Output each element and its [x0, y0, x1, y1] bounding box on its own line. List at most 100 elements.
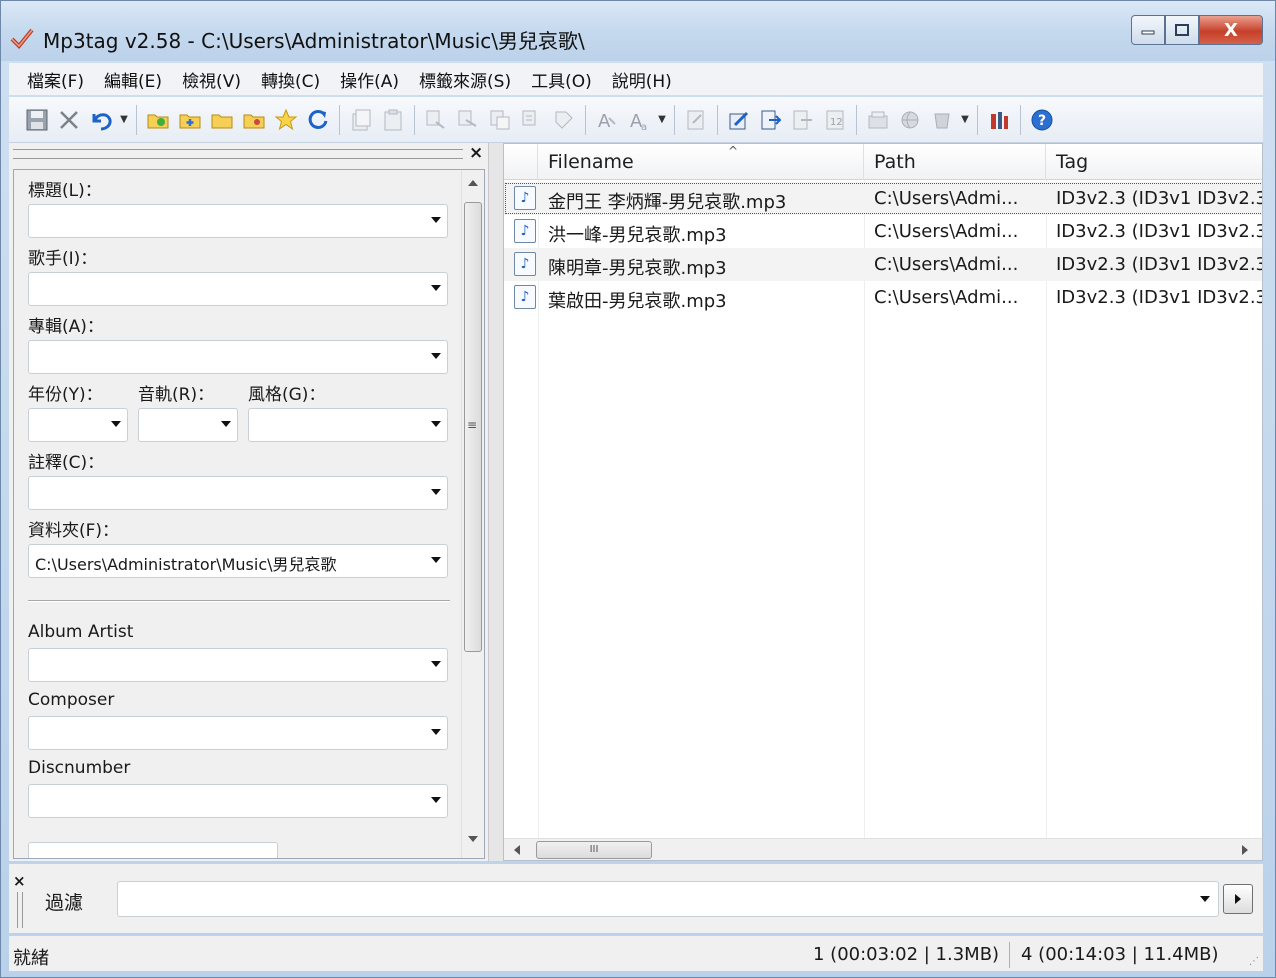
menu-convert[interactable]: 轉換(C) [251, 67, 330, 92]
extended-tags-button[interactable] [680, 104, 712, 136]
undo-button[interactable] [85, 104, 117, 136]
toolbar-separator [339, 104, 340, 135]
directory-field[interactable]: C:\Users\Administrator\Music\男兒哀歌 [28, 544, 448, 578]
artist-field[interactable] [28, 272, 448, 306]
close-button[interactable]: X [1199, 15, 1263, 45]
mp3-file-icon: ♪ [514, 186, 536, 210]
scrollbar-thumb[interactable]: III [536, 841, 652, 859]
actions-quick-button[interactable]: Aa [623, 104, 655, 136]
comment-field[interactable] [28, 476, 448, 510]
playlist-export-button[interactable] [787, 104, 819, 136]
filename-to-filename-button[interactable] [484, 104, 516, 136]
add-directory-button[interactable] [174, 104, 206, 136]
menu-help[interactable]: 說明(H) [602, 67, 682, 92]
filter-grip[interactable] [17, 892, 23, 928]
directory-value: C:\Users\Administrator\Music\男兒哀歌 [35, 555, 337, 574]
change-directory-button[interactable] [142, 104, 174, 136]
export-button[interactable] [755, 104, 787, 136]
tag-source-dropdown-arrow[interactable]: ▼ [958, 104, 972, 136]
filter-input[interactable] [117, 881, 1219, 917]
paste-tag-button[interactable] [377, 104, 409, 136]
actions-dropdown-arrow[interactable]: ▼ [655, 104, 669, 136]
help-button[interactable]: ? [1026, 104, 1058, 136]
column-header-path[interactable]: Path [864, 144, 1046, 180]
menu-file[interactable]: 檔案(F) [17, 67, 94, 92]
actions-button[interactable]: A [591, 104, 623, 136]
file-list: Filename ^ Path Tag ♪ 金門王 李炳輝-男兒哀歌.mp3 C… [503, 143, 1263, 861]
edit-tag-button[interactable] [723, 104, 755, 136]
table-row[interactable]: ♪ 葉啟田-男兒哀歌.mp3 C:\Users\Admi... ID3v2.3 … [504, 281, 1262, 314]
title-field[interactable] [28, 204, 448, 238]
menu-actions[interactable]: 操作(A) [330, 67, 409, 92]
chevron-down-icon[interactable] [221, 421, 231, 427]
copy-tag-button[interactable] [345, 104, 377, 136]
discnumber-field[interactable] [28, 784, 448, 818]
chevron-down-icon[interactable] [1200, 896, 1210, 902]
file-list-hscrollbar[interactable]: III [504, 838, 1262, 860]
chevron-down-icon[interactable] [431, 729, 441, 735]
year-field[interactable] [28, 408, 128, 442]
minimize-button[interactable] [1131, 15, 1165, 45]
freedb-button[interactable] [862, 104, 894, 136]
chevron-down-icon[interactable] [431, 797, 441, 803]
panel-close-button[interactable]: × [469, 143, 483, 163]
remove-tag-button[interactable] [53, 104, 85, 136]
filename-to-tag-button[interactable] [452, 104, 484, 136]
actions-icon: A [598, 111, 616, 132]
panel-grip[interactable] [13, 149, 463, 159]
chevron-down-icon[interactable] [431, 421, 441, 427]
genre-field[interactable] [248, 408, 448, 442]
table-row[interactable]: ♪ 金門王 李炳輝-男兒哀歌.mp3 C:\Users\Admi... ID3v… [504, 182, 1262, 215]
autonumber-button[interactable]: 12 [819, 104, 851, 136]
text-file-to-tag-button[interactable] [516, 104, 548, 136]
toolbar-separator [674, 104, 675, 135]
menu-tools[interactable]: 工具(O) [521, 67, 602, 92]
app-window: Mp3tag v2.58 - C:\Users\Administrator\Mu… [0, 0, 1276, 978]
tag-panel-scrollbar[interactable]: ≡ [461, 170, 483, 858]
chevron-down-icon[interactable] [431, 557, 441, 563]
chevron-down-icon[interactable] [431, 285, 441, 291]
album-field[interactable] [28, 340, 448, 374]
toolbar-separator [414, 104, 415, 135]
menu-view[interactable]: 檢視(V) [172, 67, 251, 92]
tag-to-filename-button[interactable] [420, 104, 452, 136]
chevron-down-icon[interactable] [111, 421, 121, 427]
column-header-tag[interactable]: Tag [1046, 144, 1262, 180]
scroll-right-arrow-icon[interactable] [1242, 845, 1248, 855]
menu-tag-sources[interactable]: 標籤來源(S) [409, 67, 521, 92]
tag-source-button[interactable] [926, 104, 958, 136]
save-button[interactable] [21, 104, 53, 136]
next-field-partial[interactable] [28, 842, 278, 858]
playlist-folder-button[interactable] [238, 104, 270, 136]
track-field[interactable] [138, 408, 238, 442]
filter-close-button[interactable]: × [13, 872, 26, 890]
resize-grip-icon[interactable]: ⋰ [1249, 956, 1259, 967]
column-header-filename[interactable]: Filename ^ [538, 144, 864, 180]
maximize-button[interactable] [1165, 15, 1199, 45]
scroll-left-arrow-icon[interactable] [514, 845, 520, 855]
web-source-button[interactable] [894, 104, 926, 136]
open-folder-button[interactable] [206, 104, 238, 136]
table-row[interactable]: ♪ 洪一峰-男兒哀歌.mp3 C:\Users\Admi... ID3v2.3 … [504, 215, 1262, 248]
chevron-down-icon[interactable] [431, 661, 441, 667]
scroll-up-arrow-icon[interactable] [468, 180, 478, 186]
paste-tag-icon [384, 109, 402, 130]
filter-apply-button[interactable] [1223, 884, 1253, 914]
chevron-down-icon[interactable] [431, 217, 441, 223]
icon-column-header[interactable] [504, 144, 538, 180]
composer-field[interactable] [28, 716, 448, 750]
menu-edit[interactable]: 編輯(E) [94, 67, 172, 92]
total-summary: 4 (00:14:03 | 11.4MB) [1021, 944, 1219, 965]
tag-to-tag-button[interactable] [548, 104, 580, 136]
panel-splitter[interactable] [489, 143, 503, 861]
album-artist-field[interactable] [28, 648, 448, 682]
chevron-down-icon[interactable] [431, 353, 441, 359]
undo-dropdown-arrow[interactable]: ▼ [117, 104, 131, 136]
refresh-button[interactable] [302, 104, 334, 136]
window-controls: X [1131, 15, 1263, 45]
chevron-down-icon[interactable] [431, 489, 441, 495]
options-button[interactable] [983, 104, 1015, 136]
table-row[interactable]: ♪ 陳明章-男兒哀歌.mp3 C:\Users\Admi... ID3v2.3 … [504, 248, 1262, 281]
scroll-down-arrow-icon[interactable] [468, 836, 478, 842]
favorites-button[interactable] [270, 104, 302, 136]
